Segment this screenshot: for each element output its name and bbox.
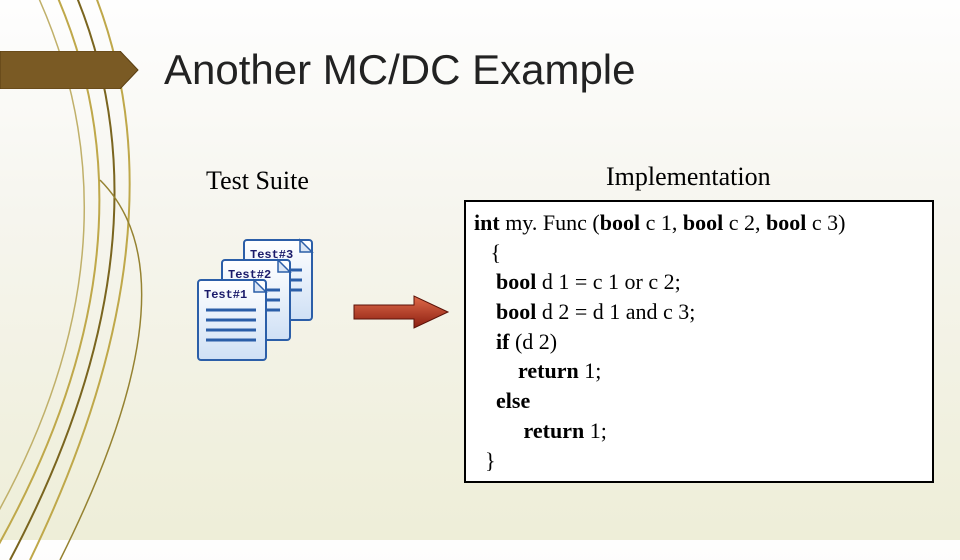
test1-card: Test#1 [198, 280, 266, 360]
code-line-if: if (d 2) [474, 327, 924, 357]
hex-marker-icon [0, 51, 140, 89]
code-signature: int my. Func (bool c 1, bool c 2, bool c… [474, 208, 924, 238]
arrow-icon [352, 294, 452, 330]
code-line-d2: bool d 2 = d 1 and c 3; [474, 297, 924, 327]
test-icons-stack: Test#3 Test#2 Test#1 [190, 236, 340, 366]
code-line-return2: return 1; [474, 416, 924, 446]
code-open-brace: { [474, 238, 924, 268]
code-box: int my. Func (bool c 1, bool c 2, bool c… [464, 200, 934, 483]
code-line-else: else [474, 386, 924, 416]
code-line-d1: bool d 1 = c 1 or c 2; [474, 267, 924, 297]
title-row: Another MC/DC Example [0, 46, 636, 94]
code-line-return1: return 1; [474, 356, 924, 386]
test-suite-heading: Test Suite [206, 166, 309, 196]
slide-title: Another MC/DC Example [164, 46, 636, 94]
svg-text:Test#1: Test#1 [204, 288, 247, 302]
code-close-brace: } [474, 446, 924, 476]
implementation-heading: Implementation [606, 162, 771, 192]
